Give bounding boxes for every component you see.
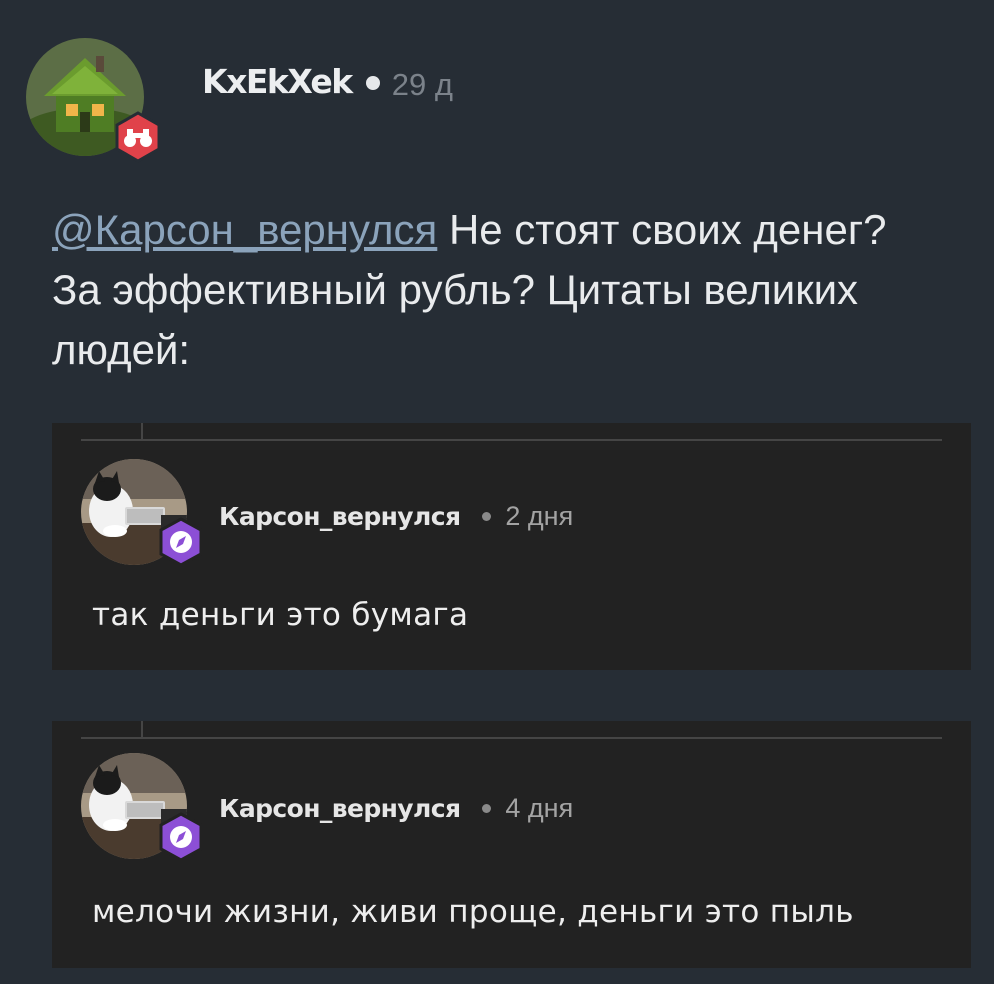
- comment-text: мелочи жизни, живи проще, деньги это пыл…: [92, 894, 854, 930]
- separator-dot: [365, 76, 380, 90]
- quoted-comment[interactable]: Карсон_вернулся 4 дня мелочи жизни, живи…: [52, 721, 971, 968]
- divider: [81, 737, 942, 739]
- comment-time: 4 дня: [505, 792, 574, 823]
- post-meta: KxEkXek 29 д: [202, 56, 453, 106]
- thread-line: [141, 721, 143, 737]
- comment-meta: Карсон_вернулся 2 дня: [219, 496, 573, 536]
- thread-line: [141, 423, 143, 439]
- commenter-name[interactable]: Карсон_вернулся: [219, 794, 461, 823]
- divider: [81, 439, 942, 441]
- comment-meta: Карсон_вернулся 4 дня: [219, 788, 573, 828]
- commenter-name[interactable]: Карсон_вернулся: [219, 502, 461, 531]
- compass-badge-icon: [156, 812, 206, 862]
- post-time: 29 д: [391, 67, 453, 102]
- comment-text: так деньги это бумага: [92, 597, 469, 633]
- author-name[interactable]: KxEkXek: [202, 62, 353, 101]
- compass-badge-icon: [156, 517, 206, 567]
- separator-dot: [482, 803, 492, 813]
- separator-dot: [482, 511, 492, 521]
- quoted-comment[interactable]: Карсон_вернулся 2 дня так деньги это бум…: [52, 423, 971, 670]
- mention-link[interactable]: @Карсон_вернулся: [52, 206, 437, 253]
- binoculars-badge-icon: [112, 111, 164, 163]
- post-text: @Карсон_вернулся Не стоят своих денег? З…: [52, 200, 932, 380]
- comment-time: 2 дня: [505, 500, 574, 531]
